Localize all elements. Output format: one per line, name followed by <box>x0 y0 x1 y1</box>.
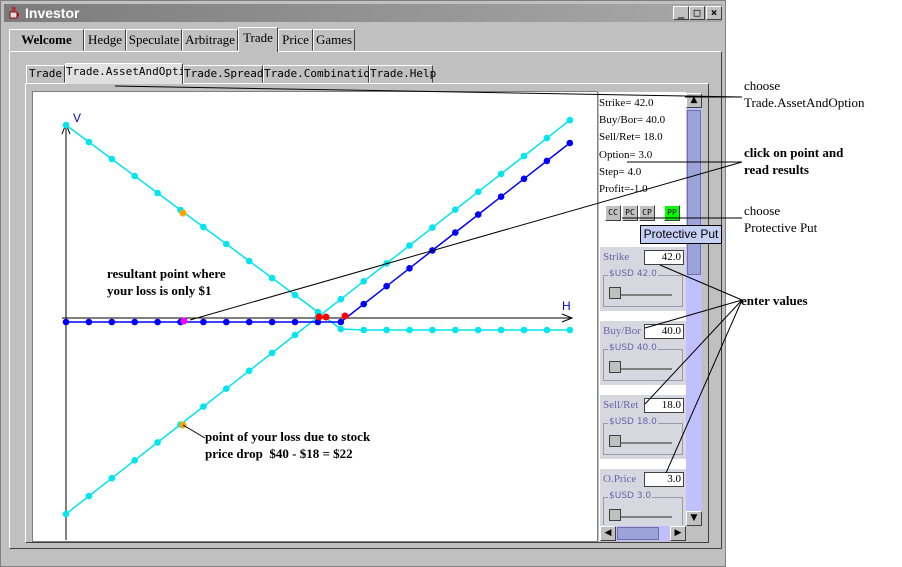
leader-line <box>644 299 743 329</box>
put-payoff-point <box>566 326 574 334</box>
put-payoff-point <box>474 326 482 334</box>
protective-put-payoff-point <box>85 318 93 326</box>
protective-put-payoff-point <box>406 265 413 272</box>
leader-line <box>114 85 743 98</box>
protective-put-payoff-point <box>520 175 528 183</box>
stock-payoff-point <box>474 188 482 196</box>
stock-payoff-point <box>566 116 574 124</box>
put-payoff-point <box>337 325 345 333</box>
stock-payoff-point <box>429 224 436 231</box>
protective-put-payoff-point <box>497 193 505 200</box>
stock-payoff-point <box>85 492 93 500</box>
put-payoff-point <box>520 326 528 334</box>
protective-put-payoff-point <box>360 300 368 308</box>
leader-line <box>665 299 743 474</box>
annotation-choose-pp: choose Protective Put <box>744 203 818 235</box>
put-payoff-point <box>268 274 276 282</box>
put-payoff-point <box>452 326 459 334</box>
leader-line <box>659 264 743 301</box>
stock-payoff-point <box>520 152 528 160</box>
x-axis-label: H <box>562 299 571 313</box>
protective-put-payoff-point <box>452 229 459 236</box>
put-payoff-point <box>429 326 436 334</box>
annotation-enter-values: enter values <box>741 293 808 308</box>
stock-payoff-point <box>337 295 345 303</box>
put-payoff-point <box>200 223 207 231</box>
protective-put-payoff-point <box>566 139 574 147</box>
protective-put-payoff-point <box>62 318 70 326</box>
put-payoff-point <box>131 172 138 180</box>
stock-payoff-point <box>223 385 230 393</box>
protective-put-payoff-point <box>108 318 116 326</box>
stock-payoff-point <box>245 367 253 375</box>
protective-put-payoff-point <box>245 318 253 326</box>
y-axis-label: V <box>73 111 81 125</box>
put-payoff-point <box>360 326 368 334</box>
stock-payoff-point <box>452 206 459 213</box>
stock-payoff-point <box>62 510 70 518</box>
put-payoff-point <box>62 121 70 129</box>
stock-payoff-point <box>291 331 299 339</box>
put-payoff-point <box>291 291 299 299</box>
put-payoff-point <box>223 240 230 248</box>
protective-put-payoff-point <box>383 282 390 290</box>
leader-line <box>644 299 743 405</box>
plot-axes <box>61 122 574 540</box>
protective-put-payoff-point <box>154 318 161 326</box>
breakeven-point-2 <box>322 313 330 321</box>
put-payoff-point <box>497 326 505 334</box>
protective-put-payoff-point <box>474 211 482 218</box>
protective-put-payoff-point <box>543 157 551 165</box>
put-payoff-point <box>543 326 551 334</box>
stock-payoff-point <box>131 457 138 464</box>
stock-payoff-point <box>154 439 161 446</box>
annotation-resultant-point: resultant point where your loss is only … <box>107 266 226 298</box>
breakeven-point-3 <box>341 312 349 320</box>
put-loss-point <box>179 209 187 217</box>
leader-line <box>182 424 206 439</box>
put-payoff-point <box>383 326 390 334</box>
stock-payoff-point <box>406 242 413 249</box>
annotation-loss-point: point of your loss due to stock price dr… <box>205 429 371 461</box>
annotation-choose-tab: choose Trade.AssetAndOption <box>744 78 865 110</box>
stock-payoff-point <box>360 278 368 285</box>
put-payoff-point <box>85 138 93 146</box>
protective-put-payoff-point <box>337 318 345 326</box>
put-payoff-line <box>65 124 570 331</box>
stock-payoff-point <box>268 349 276 357</box>
leader-line <box>189 161 743 321</box>
protective-put-payoff-point <box>291 318 299 326</box>
put-payoff-point <box>245 257 253 265</box>
stock-payoff-point <box>543 134 551 142</box>
protective-put-payoff-point <box>223 318 230 326</box>
put-payoff-point <box>154 189 161 197</box>
resultant-point <box>180 317 188 325</box>
protective-put-payoff-point <box>268 318 276 326</box>
stock-payoff-point <box>497 170 505 178</box>
annotation-click-point: click on point and read results <box>744 145 844 177</box>
put-payoff-point <box>108 155 116 163</box>
protective-put-payoff-point <box>131 318 138 326</box>
put-payoff-point <box>406 326 413 334</box>
protective-put-payoff-point <box>200 318 207 326</box>
stock-payoff-point <box>200 403 207 410</box>
stock-payoff-point <box>108 474 116 482</box>
breakeven-point-1 <box>315 313 323 321</box>
